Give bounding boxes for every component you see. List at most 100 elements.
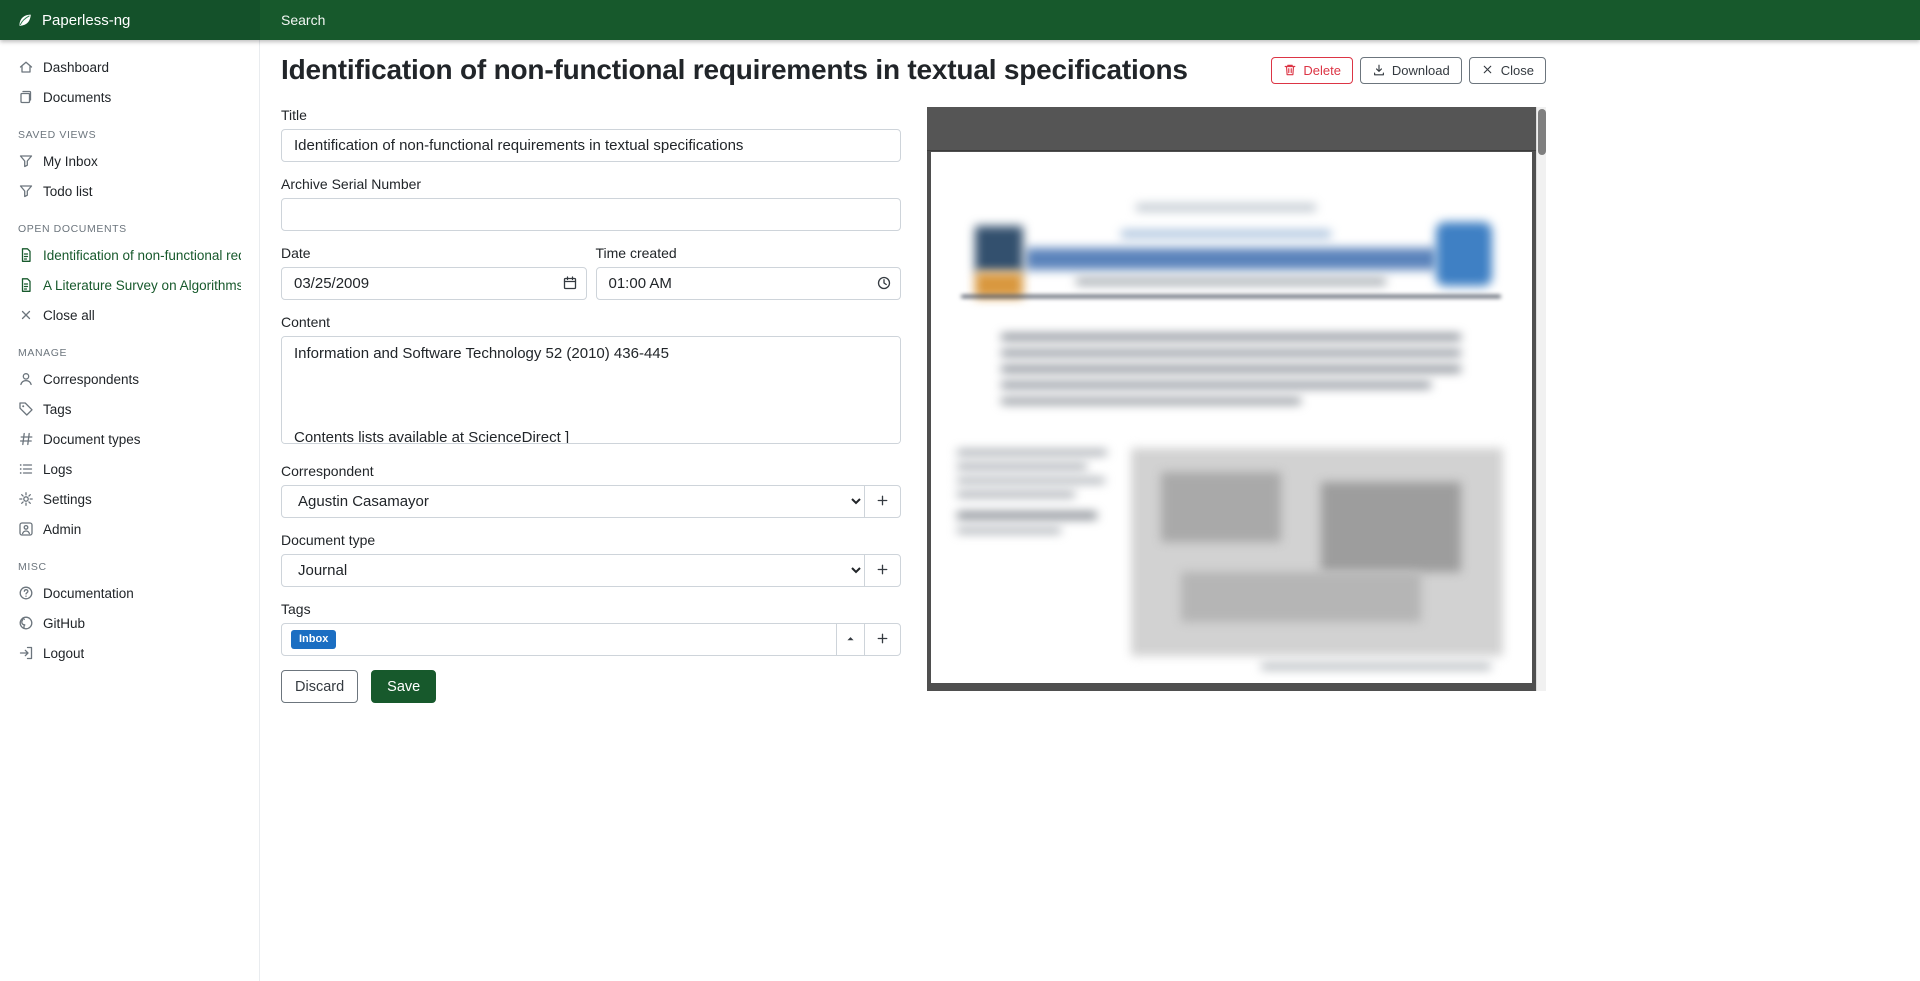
pdf-page xyxy=(931,152,1532,683)
gear-icon xyxy=(18,491,34,507)
sidebar-item-label: A Literature Survey on Algorithms for Mu… xyxy=(43,278,241,293)
sidebar-item-label: My Inbox xyxy=(43,154,98,169)
plus-icon xyxy=(875,562,890,580)
sidebar-item-label: Logout xyxy=(43,646,84,661)
sidebar-item-label: Tags xyxy=(43,402,72,417)
discard-button[interactable]: Discard xyxy=(281,670,358,703)
sidebar-item-logs[interactable]: Logs xyxy=(0,454,259,484)
sidebar-item-label: Todo list xyxy=(43,184,93,199)
title-label: Title xyxy=(281,107,901,123)
blurred-text-line xyxy=(1001,366,1461,372)
sidebar-item-github[interactable]: GitHub xyxy=(0,608,259,638)
sidebar-item-label: Admin xyxy=(43,522,81,537)
title-input[interactable] xyxy=(281,129,901,162)
sidebar-close-all[interactable]: Close all xyxy=(0,300,259,330)
preview-scrollbar[interactable] xyxy=(1536,107,1546,691)
question-circle-icon xyxy=(18,585,34,601)
blurred-text-line xyxy=(1076,278,1386,285)
blurred-text-line xyxy=(957,464,1087,469)
sidebar-item-admin[interactable]: Admin xyxy=(0,514,259,544)
blurred-text-line xyxy=(1001,350,1461,356)
content-textarea[interactable]: Information and Software Technology 52 (… xyxy=(281,336,901,444)
date-label: Date xyxy=(281,245,587,261)
sidebar-item-documents[interactable]: Documents xyxy=(0,82,259,112)
sidebar-item-label: Document types xyxy=(43,432,141,447)
sidebar-item-todo-list[interactable]: Todo list xyxy=(0,176,259,206)
blurred-figure-detail xyxy=(1321,482,1461,572)
logout-icon xyxy=(18,645,34,661)
asn-label: Archive Serial Number xyxy=(281,176,901,192)
main-content: Identification of non-functional require… xyxy=(260,40,1920,981)
save-button[interactable]: Save xyxy=(371,670,436,703)
time-input[interactable] xyxy=(596,267,902,300)
pdf-toolbar xyxy=(927,107,1536,151)
sidebar: Dashboard Documents SAVED VIEWS My Inbox… xyxy=(0,40,260,981)
close-icon xyxy=(1481,63,1495,77)
tags-dropdown-toggle[interactable] xyxy=(836,623,865,656)
sidebar-item-label: Dashboard xyxy=(43,60,109,75)
date-input[interactable] xyxy=(281,267,587,300)
preview-scrollbar-thumb[interactable] xyxy=(1538,109,1546,155)
sidebar-item-document-types[interactable]: Document types xyxy=(0,424,259,454)
blurred-text-line xyxy=(957,492,1075,497)
download-button-label: Download xyxy=(1392,63,1450,78)
pdf-preview xyxy=(927,107,1546,703)
blurred-text-line xyxy=(1001,398,1301,404)
brand-name: Paperless-ng xyxy=(42,12,130,29)
document-header: Identification of non-functional require… xyxy=(281,54,1546,86)
document-actions: Delete Download Close xyxy=(1271,57,1546,84)
add-document-type-button[interactable] xyxy=(864,554,901,587)
asn-input[interactable] xyxy=(281,198,901,231)
blurred-text-line xyxy=(957,450,1107,455)
app-navbar: Paperless-ng xyxy=(0,0,1920,40)
document-type-label: Document type xyxy=(281,532,901,548)
brand[interactable]: Paperless-ng xyxy=(0,0,260,40)
navbar-search xyxy=(260,0,1920,40)
blurred-figure-detail xyxy=(1161,472,1281,542)
sidebar-item-tags[interactable]: Tags xyxy=(0,394,259,424)
sidebar-open-document-1[interactable]: Identification of non-functional require… xyxy=(0,240,259,270)
correspondent-select[interactable]: Agustin Casamayor xyxy=(281,485,865,518)
plus-icon xyxy=(875,493,890,511)
person-square-icon xyxy=(18,521,34,537)
blurred-text-line xyxy=(1136,204,1316,211)
file-text-icon xyxy=(18,247,34,263)
tag-badge-inbox[interactable]: Inbox xyxy=(291,630,336,649)
sidebar-item-label: Documentation xyxy=(43,586,134,601)
add-tag-button[interactable] xyxy=(864,623,901,656)
github-icon xyxy=(18,615,34,631)
download-button[interactable]: Download xyxy=(1360,57,1462,84)
person-icon xyxy=(18,371,34,387)
close-icon xyxy=(18,307,34,323)
delete-button[interactable]: Delete xyxy=(1271,57,1353,84)
delete-button-label: Delete xyxy=(1303,63,1341,78)
sidebar-item-my-inbox[interactable]: My Inbox xyxy=(0,146,259,176)
correspondent-label: Correspondent xyxy=(281,463,901,479)
blurred-text-line xyxy=(1001,334,1461,340)
tags-label: Tags xyxy=(281,601,901,617)
sidebar-open-document-2[interactable]: A Literature Survey on Algorithms for Mu… xyxy=(0,270,259,300)
document-type-select[interactable]: Journal xyxy=(281,554,865,587)
sidebar-item-dashboard[interactable]: Dashboard xyxy=(0,52,259,82)
section-title-saved-views: SAVED VIEWS xyxy=(18,129,259,141)
sidebar-item-documentation[interactable]: Documentation xyxy=(0,578,259,608)
search-input[interactable] xyxy=(281,12,781,28)
tags-input[interactable]: Inbox xyxy=(281,623,837,656)
section-title-open-documents: OPEN DOCUMENTS xyxy=(18,223,259,235)
sidebar-item-label: Settings xyxy=(43,492,92,507)
file-text-icon xyxy=(18,277,34,293)
sidebar-item-logout[interactable]: Logout xyxy=(0,638,259,668)
caret-up-icon xyxy=(845,632,856,647)
blurred-figure-detail xyxy=(1181,572,1421,622)
brand-leaf-icon xyxy=(16,12,33,29)
sidebar-item-correspondents[interactable]: Correspondents xyxy=(0,364,259,394)
add-correspondent-button[interactable] xyxy=(864,485,901,518)
time-created-label: Time created xyxy=(596,245,902,261)
files-icon xyxy=(18,89,34,105)
blurred-text-line xyxy=(1121,230,1331,238)
document-edit-form: Title Archive Serial Number Date xyxy=(281,107,901,703)
blurred-text-line xyxy=(1001,382,1431,388)
sidebar-item-settings[interactable]: Settings xyxy=(0,484,259,514)
funnel-icon xyxy=(18,153,34,169)
close-button[interactable]: Close xyxy=(1469,57,1546,84)
